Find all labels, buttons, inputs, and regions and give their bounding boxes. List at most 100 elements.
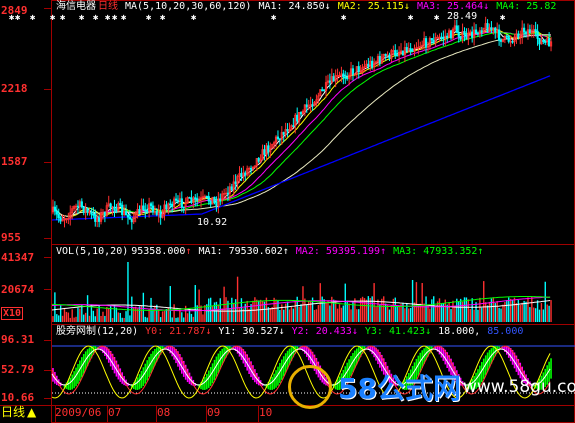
signal-star-icon: ✱ bbox=[60, 13, 66, 23]
indicator-value-5: 18.000, bbox=[438, 326, 481, 337]
volume-header: VOL(5,10,20) 95358.000↑ MA1: 79530.602↑ MA2… bbox=[56, 246, 497, 258]
candle-body bbox=[130, 219, 133, 223]
candle-body bbox=[505, 35, 508, 38]
candle-body bbox=[351, 68, 355, 75]
candle-body bbox=[299, 112, 303, 115]
ma2-line bbox=[52, 28, 552, 217]
candle-body bbox=[109, 203, 112, 209]
signal-star-icon: ✱ bbox=[30, 13, 36, 23]
indicator-value-1: Y0: 21.787↓ bbox=[145, 326, 212, 337]
candle-body bbox=[544, 41, 547, 44]
candle-body bbox=[263, 149, 266, 155]
signal-star-icon: ✱ bbox=[271, 13, 277, 23]
candle-body bbox=[511, 41, 514, 43]
candle-body bbox=[342, 73, 345, 78]
candle-body bbox=[282, 132, 285, 135]
price-tick-top: 2849 bbox=[1, 4, 28, 17]
candle-body bbox=[57, 213, 60, 218]
bottom-period-label: 日线 bbox=[1, 405, 26, 419]
candle-body bbox=[103, 211, 106, 216]
candle-body bbox=[257, 158, 260, 162]
volume-params: VOL(5,10,20) bbox=[56, 246, 129, 257]
price-tick-3: 1587 bbox=[1, 155, 28, 168]
candle-body bbox=[498, 29, 501, 41]
candle-body bbox=[474, 29, 478, 34]
candle-body bbox=[328, 80, 331, 83]
candle-body bbox=[169, 203, 172, 206]
price-header: 海信电器 日线 MA(5,10,20,30,60,120) MA1: 24.850↓ M… bbox=[56, 1, 570, 13]
candle-body bbox=[455, 25, 458, 33]
candle-body bbox=[55, 210, 58, 215]
watermark-url: www.58gu.com bbox=[463, 377, 575, 397]
candle-body bbox=[367, 63, 370, 67]
candle-body bbox=[507, 36, 510, 42]
candle-body bbox=[249, 167, 253, 170]
candle-body bbox=[476, 32, 480, 35]
signal-star-icon: ✱ bbox=[160, 13, 166, 23]
signal-star-icon: ✱ bbox=[434, 13, 440, 23]
watermark: 58公式网 www.58gu.com bbox=[288, 365, 575, 410]
candle-body bbox=[53, 206, 56, 212]
candle-body bbox=[465, 34, 468, 40]
candle-body bbox=[98, 217, 101, 222]
candle-body bbox=[276, 136, 280, 139]
candle-body bbox=[128, 216, 131, 220]
watermark-text: 58公式网 bbox=[338, 372, 461, 405]
date-label-3: 08 bbox=[157, 406, 171, 419]
candle-body bbox=[230, 186, 233, 191]
date-label-4: 09 bbox=[207, 406, 221, 419]
signal-star-icon: ✱ bbox=[341, 13, 347, 23]
candle-body bbox=[411, 50, 414, 52]
ma6-line bbox=[51, 75, 551, 221]
signal-star-icon: ✱ bbox=[408, 13, 414, 23]
volume-ma-value-1: MA1: 79530.602↑ bbox=[198, 246, 289, 257]
volume-ma-value-2: MA2: 59395.199↑ bbox=[295, 246, 387, 257]
candle-body bbox=[86, 208, 89, 213]
candle-body bbox=[357, 66, 360, 73]
candle-body bbox=[194, 197, 197, 199]
candle-body bbox=[371, 60, 374, 68]
candle-body bbox=[267, 145, 270, 153]
candle-body bbox=[440, 36, 443, 39]
candle-body bbox=[459, 36, 462, 40]
candle-body bbox=[176, 200, 180, 202]
stock-name: 海信电器 bbox=[56, 1, 96, 12]
candle-body bbox=[159, 212, 162, 218]
price-moving-averages bbox=[51, 27, 552, 221]
candle-body bbox=[523, 27, 526, 33]
watermark-logo-icon bbox=[288, 365, 332, 409]
indicator-params: (12,20) bbox=[96, 326, 139, 337]
bottom-period-button[interactable]: 日线 ▲ bbox=[1, 406, 43, 418]
price-ma-value-4: MA4: 25.82 bbox=[496, 1, 557, 12]
candle-body bbox=[296, 114, 299, 122]
period-label[interactable]: 日线 bbox=[98, 1, 118, 12]
candle-body bbox=[499, 40, 503, 42]
candle-body bbox=[394, 50, 397, 56]
volume-tick-mid: 20674 bbox=[1, 283, 35, 296]
date-label-5: 10 bbox=[259, 406, 273, 419]
date-label-1: 2009/06 bbox=[55, 406, 102, 419]
candle-body bbox=[226, 192, 230, 195]
signal-star-icon: ✱ bbox=[50, 13, 56, 23]
stock-chart-canvas[interactable]: ✱ ✱ ✱ ✱ ✱ ✱ ✱ ✱ ✱ ✱ ✱ ✱ ✱ ✱ ✱ ✱ ✱ ✱ bbox=[0, 0, 575, 423]
volume-ma-value-3: MA3: 47933.352↑ bbox=[393, 246, 484, 257]
price-tick-2: 2218 bbox=[1, 82, 28, 95]
candle-body bbox=[126, 214, 130, 218]
indicator-header: 股旁网制(12,20) Y0: 21.787↓ Y1: 30.527↓ Y2: 20.… bbox=[56, 326, 537, 338]
candle-body bbox=[209, 200, 212, 205]
candle-body bbox=[190, 197, 193, 203]
candle-body bbox=[494, 27, 497, 33]
signal-star-icon: ✱ bbox=[79, 13, 85, 23]
volume-value: 95358.000 bbox=[131, 246, 186, 257]
signal-star-icon: ✱ bbox=[105, 13, 111, 23]
candle-body bbox=[528, 29, 531, 34]
candle-body bbox=[278, 138, 281, 140]
candle-body bbox=[82, 206, 85, 213]
indicator-name: 股旁网制 bbox=[56, 326, 96, 337]
signal-star-icon: ✱ bbox=[191, 13, 197, 23]
candle-body bbox=[384, 53, 387, 56]
candle-body bbox=[113, 206, 116, 211]
candle-body bbox=[536, 30, 539, 39]
candle-body bbox=[244, 172, 247, 176]
candle-body bbox=[144, 209, 147, 212]
